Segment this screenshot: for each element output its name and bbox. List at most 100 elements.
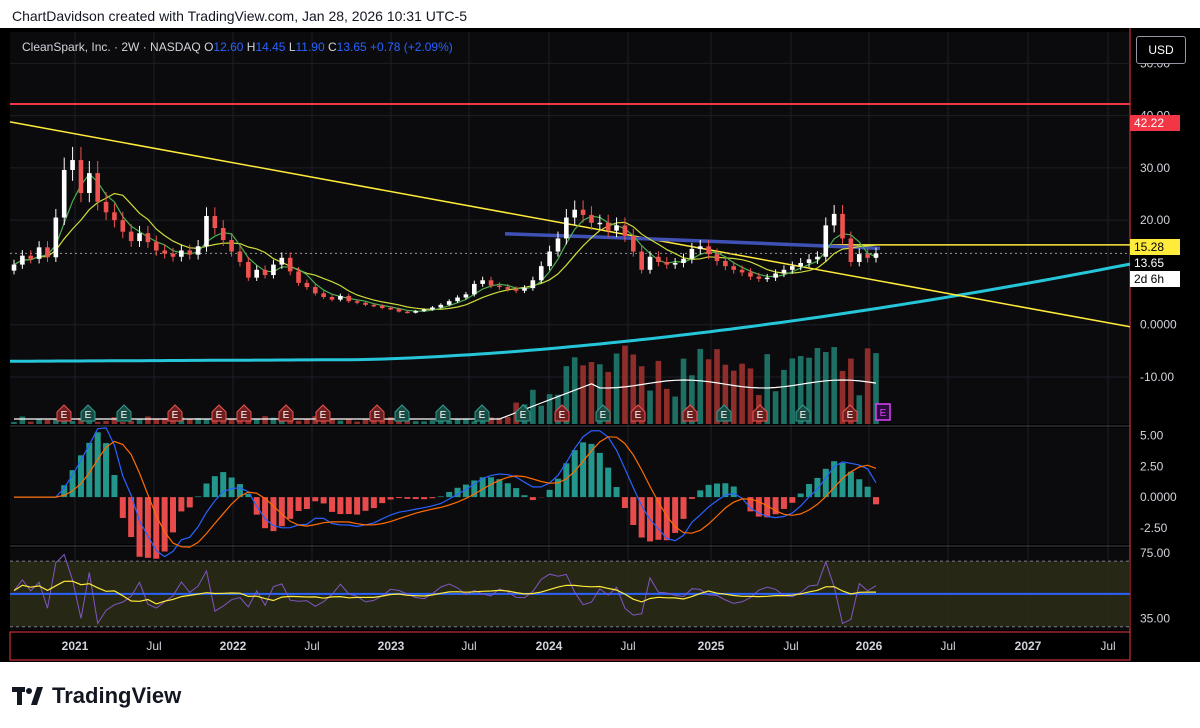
earnings-marker-label: E (320, 410, 327, 421)
candle-body (614, 225, 619, 231)
earnings-marker-label: E (559, 410, 566, 421)
candle-body (279, 257, 285, 265)
rsi-y-tick-label: 75.00 (1140, 546, 1170, 560)
symbol-legend: CleanSpark, Inc. · 2W · NASDAQ O12.60 H1… (22, 40, 453, 54)
macd-histogram-bar (94, 432, 101, 498)
candle-body (764, 277, 770, 280)
candle-body (254, 269, 259, 278)
x-tick-label: Jul (783, 639, 798, 653)
volume-bar (697, 348, 704, 424)
tradingview-logo[interactable]: TradingView (12, 682, 181, 710)
macd-histogram-bar (161, 497, 168, 552)
currency-button[interactable]: USD (1136, 36, 1186, 64)
candle-body (756, 276, 762, 279)
candle-body (647, 256, 653, 270)
macd-histogram-bar (730, 486, 737, 498)
candle-body (45, 247, 50, 258)
earnings-marker-label: E (85, 410, 92, 421)
macd-histogram-bar (203, 483, 210, 498)
volume-bar (739, 363, 745, 424)
x-tick-label: 2022 (220, 639, 247, 653)
macd-histogram-bar (488, 477, 495, 498)
volume-bar (538, 405, 545, 424)
macd-histogram-bar (822, 468, 829, 498)
chart-canvas[interactable]: 2021 Jul 2022 Jul 2023 Jul 2024 Jul 2025 Jul 2026 J… (0, 28, 1200, 662)
macd-histogram-bar (713, 483, 720, 498)
macd-histogram-bar (847, 471, 854, 498)
candle-body (697, 246, 703, 249)
candle-body (296, 271, 301, 283)
macd-histogram-bar (262, 497, 269, 529)
volume-bar (228, 418, 235, 424)
x-tick-label: 2026 (856, 639, 883, 653)
macd-y-tick-label: 0.0000 (1140, 490, 1177, 504)
candle-body (848, 238, 854, 262)
volume-bar (613, 353, 620, 424)
macd-histogram-bar (613, 487, 620, 498)
volume-bar (354, 421, 360, 424)
candle-body (572, 209, 578, 218)
candle-body (421, 309, 427, 312)
x-tick-label: Jul (146, 639, 161, 653)
candle-body (681, 258, 686, 264)
candle-body (714, 254, 720, 261)
candle-body (831, 213, 837, 226)
volume-bar (789, 358, 796, 424)
candle-body (463, 294, 469, 298)
candle-body (220, 228, 226, 241)
macd-histogram-bar (680, 497, 687, 519)
earnings-marker-label: E (172, 410, 179, 421)
volume-bar (454, 419, 461, 424)
macd-histogram-bar (387, 497, 394, 500)
candle-body (589, 214, 594, 223)
candle-body (371, 304, 377, 307)
candle-body (522, 288, 527, 291)
candle-body (781, 269, 787, 274)
close-label: C (328, 40, 337, 54)
candle-body (405, 311, 410, 314)
macd-histogram-bar (362, 497, 369, 511)
volume-bar (345, 419, 352, 424)
candle-body (856, 254, 862, 262)
candle-body (639, 251, 644, 270)
candle-body (246, 261, 251, 278)
macd-histogram-bar (228, 477, 235, 498)
candle-body (723, 260, 728, 267)
volume-bar (772, 391, 779, 424)
y-tick-label: 30.00 (1140, 161, 1170, 175)
candle-body (580, 209, 586, 215)
x-tick-label: 2025 (698, 639, 725, 653)
volume-bar (647, 390, 653, 424)
volume-bar (295, 420, 302, 424)
volume-bar (864, 348, 871, 424)
candle-body (78, 160, 84, 193)
candle-body (153, 242, 159, 251)
candle-body (70, 160, 75, 170)
rsi-y-tick-label: 35.00 (1140, 612, 1170, 626)
candle-body (112, 212, 117, 221)
x-tick-label: Jul (620, 639, 635, 653)
earnings-marker-label: E (635, 410, 642, 421)
volume-bar (11, 422, 17, 424)
volume-bar (19, 416, 26, 424)
countdown-tag: 2d 6h (1130, 271, 1180, 287)
candle-body (363, 302, 368, 305)
candle-body (555, 238, 561, 252)
candle-body (396, 309, 402, 312)
macd-histogram-bar (329, 497, 336, 512)
volume-bar (831, 347, 837, 424)
macd-histogram-bar (320, 497, 327, 504)
macd-histogram-bar (621, 497, 628, 508)
main-pane-background (10, 32, 1130, 424)
x-tick-label: Jul (461, 639, 476, 653)
earnings-marker-label: E (374, 410, 381, 421)
candle-body (547, 251, 552, 267)
macd-histogram-bar (211, 476, 218, 498)
candle-body (179, 250, 184, 257)
candle-body (379, 305, 385, 308)
macd-histogram-bar (873, 497, 879, 505)
chart-frame[interactable]: 2021 Jul 2022 Jul 2023 Jul 2024 Jul 2025 Jul 2026 J… (0, 28, 1200, 662)
macd-histogram-bar (404, 497, 411, 499)
candle-body (790, 266, 795, 270)
macd-histogram-bar (170, 497, 177, 533)
